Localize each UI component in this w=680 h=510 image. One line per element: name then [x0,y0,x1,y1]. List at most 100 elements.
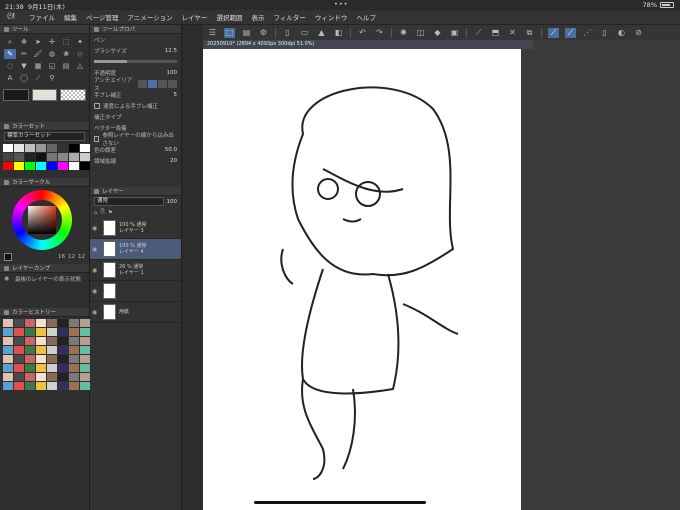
history-swatch[interactable] [3,382,13,390]
main-color-swatch[interactable] [3,89,29,101]
history-swatch[interactable] [69,319,79,327]
clear-icon[interactable]: ◫ [415,28,426,38]
layer-row[interactable]: ◉ 100 % 通常 レイヤー 3 [90,218,181,239]
operation-icon[interactable]: ➤ [32,37,44,47]
history-swatch[interactable] [47,337,57,345]
redo-icon[interactable]: ↷ [374,28,385,38]
menu-animation[interactable]: アニメーション [127,12,172,22]
select-icon[interactable]: ⟋ [473,28,484,38]
history-swatch[interactable] [25,364,35,372]
history-swatch[interactable] [47,355,57,363]
history-swatch[interactable] [69,337,79,345]
palette-swatch[interactable] [3,162,13,170]
checkbox-icon[interactable] [94,102,100,109]
history-swatch[interactable] [36,337,46,345]
antialias-row[interactable]: アンチエイリアス [90,78,181,92]
multitask-dots[interactable]: ••• [334,0,349,8]
history-swatch[interactable] [25,373,35,381]
palette-swatch[interactable] [80,144,90,152]
palette-swatch[interactable] [69,162,79,170]
move-layer-icon[interactable]: ✛ [46,37,58,47]
drawing-paper[interactable] [203,49,521,510]
decoration-icon[interactable]: ❀ [60,49,72,59]
gradient-icon[interactable]: ▦ [32,61,44,71]
palette-swatch[interactable] [47,162,57,170]
hide-icon[interactable]: ⊘ [633,28,644,38]
app-logo-icon[interactable]: ᘛ [7,12,21,22]
layer-lock-icon[interactable]: ⌂ [94,210,98,216]
palette-swatch[interactable] [36,162,46,170]
menu-layer[interactable]: レイヤー [182,12,208,22]
correction-type-row[interactable]: 補正タイプ [90,111,181,122]
layer-row[interactable]: ◉ 用紙 [90,302,181,323]
history-swatch[interactable] [58,373,68,381]
history-swatch[interactable] [58,319,68,327]
balloon-icon[interactable]: ◯ [18,73,30,83]
area-row[interactable]: 領域拡縮 20 [90,155,181,166]
history-swatch[interactable] [14,337,24,345]
history-swatch[interactable] [14,319,24,327]
eyedropper-icon[interactable]: ⚲ [46,73,58,83]
magnify-icon[interactable]: ⌕ [4,37,16,47]
ref-layer-row[interactable]: 参照レイヤーの線からはみ出さない [90,133,181,147]
history-swatch[interactable] [25,337,35,345]
loading-icon[interactable]: ✺ [398,28,409,38]
history-swatch[interactable] [36,355,46,363]
layer-comp-header[interactable]: レイヤーカンプ [0,264,89,273]
menu-view[interactable]: 表示 [251,12,264,22]
hamburger-icon[interactable]: ☰ [207,28,218,38]
export-icon[interactable]: ▭ [299,28,310,38]
palette-swatch[interactable] [36,144,46,152]
history-swatch[interactable] [14,328,24,336]
new-canvas-icon[interactable]: ⬚ [224,27,235,38]
special-ruler-icon[interactable]: ⟋ [565,27,576,38]
brush-size-slider[interactable] [90,56,181,67]
menu-page[interactable]: ページ管理 [86,12,118,22]
palette-swatch[interactable] [14,162,24,170]
ruler-snap-icon[interactable]: ⟋ [548,27,559,38]
history-swatch[interactable] [36,319,46,327]
figure-icon[interactable]: ◱ [46,61,58,71]
pencil-icon[interactable]: ✏ [18,49,30,59]
history-swatch[interactable] [47,364,57,372]
layer-panel-header[interactable]: レイヤー [90,187,181,196]
text-icon[interactable]: A [4,73,16,83]
crop-icon[interactable]: ⧉ [524,28,535,38]
history-swatch[interactable] [14,373,24,381]
layer-clip-icon[interactable]: ⎘ [101,209,105,216]
history-swatch[interactable] [58,382,68,390]
history-swatch[interactable] [69,346,79,354]
fill-icon[interactable]: ◆ [432,28,443,38]
history-swatch[interactable] [3,355,13,363]
layer-opacity[interactable]: 100 [167,199,178,205]
history-swatch[interactable] [69,328,79,336]
history-swatch[interactable] [80,382,90,390]
deselect-icon[interactable]: ✕ [507,28,518,38]
pen-icon[interactable]: ✎ [4,49,16,59]
airbrush-icon[interactable]: ◍ [46,49,58,59]
history-swatch[interactable] [47,328,57,336]
companion-icon[interactable]: ◐ [616,28,627,38]
history-swatch[interactable] [3,346,13,354]
history-swatch[interactable] [80,373,90,381]
layer-row[interactable]: ◉ 100 % 通常 レイヤー 4 [90,239,181,260]
history-swatch[interactable] [14,382,24,390]
history-swatch[interactable] [47,373,57,381]
history-swatch[interactable] [3,319,13,327]
blend-icon[interactable]: ◌ [4,61,16,71]
speed-stab-row[interactable]: 速度による手ブレ補正 [90,100,181,111]
history-swatch[interactable] [3,364,13,372]
palette-swatch[interactable] [80,153,90,161]
palette-swatch[interactable] [47,144,57,152]
palette-swatch[interactable] [36,153,46,161]
history-swatch[interactable] [69,355,79,363]
palette-swatch[interactable] [47,153,57,161]
menu-file[interactable]: ファイル [29,12,55,22]
checkbox-icon[interactable] [94,135,100,142]
open-icon[interactable]: ▤ [241,28,252,38]
eye-icon[interactable]: ◉ [4,275,12,282]
history-swatch[interactable] [14,355,24,363]
history-swatch[interactable] [69,382,79,390]
selection-icon[interactable]: ⬚ [60,37,72,47]
palette-swatch[interactable] [80,162,90,170]
